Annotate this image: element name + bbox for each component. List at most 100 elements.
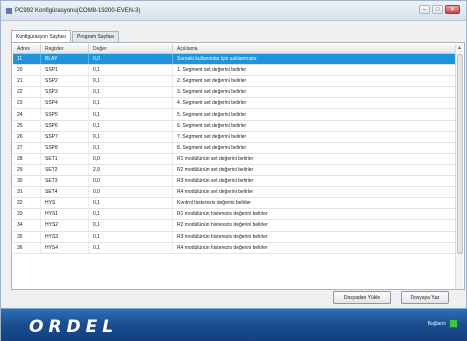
maximize-icon[interactable]: □ — [432, 5, 443, 14]
window-controls: – □ ✕ — [419, 5, 460, 14]
cell-address: 31 — [13, 187, 41, 198]
table-row[interactable]: 25 SSP6 0,1 6. Segment set değerini belirle… — [13, 120, 456, 132]
cell-register: SET1 — [41, 153, 89, 164]
cell-address: 30 — [13, 176, 41, 187]
scroll-up-icon[interactable]: ▲ — [456, 44, 463, 52]
window-title: PC992 Konfigürasyonu(COM8-19200-EVEN-3) — [15, 7, 141, 14]
cell-register: SSP2 — [41, 76, 89, 87]
cell-description: R4 modülünün set değerini belirler — [173, 187, 456, 198]
ordel-logo: ORDEL — [29, 317, 119, 337]
table-row[interactable]: 28 SET1 0,0 R1 modülünün set değerini belir… — [13, 153, 456, 165]
cell-register: SET2 — [41, 164, 89, 176]
cell-address: 20 — [13, 65, 41, 76]
cell-address: 24 — [13, 109, 41, 120]
minimize-icon[interactable]: – — [419, 5, 430, 14]
cell-address: 36 — [13, 242, 41, 253]
cell-value: 0,1 — [89, 120, 173, 131]
cell-address: 25 — [13, 120, 41, 131]
cell-description: R1 modülünün set değerini belirler — [173, 153, 456, 164]
cell-value: 0,1 — [89, 76, 173, 87]
tab-bar: Konfigürasyon Sayfası Program Sayfası — [11, 30, 120, 42]
table-row[interactable]: 23 SSP4 0,1 4. Segment set değerini belirle… — [13, 98, 456, 110]
table-row[interactable]: 20 SSP1 0,1 1. Segment set değerini belirle… — [13, 65, 456, 77]
table-row[interactable]: 11 BLAY 0,0 Sonraki kullanımlar için saklan… — [13, 54, 456, 66]
cell-description: 6. Segment set değerini belirler — [173, 120, 456, 131]
close-icon[interactable]: ✕ — [445, 5, 460, 14]
cell-description: 2. Segment set değerini belirler — [173, 76, 456, 87]
register-table: Adres Register Değer Açıklama 11 BLAY 0,0 S… — [13, 44, 456, 289]
cell-description: 7. Segment set değerini belirler — [173, 131, 456, 142]
vertical-scrollbar[interactable]: ▲ — [455, 44, 463, 289]
table-row[interactable]: 34 HYS2 0,1 R2 modülünün histerezis değerin… — [13, 220, 456, 232]
table-row[interactable]: 35 HYS3 0,1 R3 modülünün histerezis değerin… — [13, 231, 456, 243]
status-label: Bağlantı — [427, 320, 446, 327]
table-row[interactable]: 33 HYS1 0,1 R1 modülünün histerezis değerin… — [13, 209, 456, 221]
cell-register: SET3 — [41, 176, 89, 187]
cell-value: 0,1 — [89, 231, 173, 242]
table-row[interactable]: 30 SET3 0,0 R3 modülünün set değerini belir… — [13, 176, 456, 188]
cell-value: 0,1 — [89, 142, 173, 153]
cell-description: 3. Segment set değerini belirler — [173, 87, 456, 98]
table-row[interactable]: 29 SET2 2,9 R2 modülünün set değerini belir… — [13, 164, 456, 177]
table-row[interactable]: 26 SSP7 0,1 7. Segment set değerini belirle… — [13, 131, 456, 143]
cell-description: R2 modülünün set değerini belirler — [173, 164, 456, 176]
cell-register: HYS3 — [41, 231, 89, 242]
table-row[interactable]: 24 SSP5 0,1 5. Segment set değerini belirle… — [13, 109, 456, 121]
cell-description: 4. Segment set değerini belirler — [173, 98, 456, 109]
cell-value: 0,1 — [89, 242, 173, 253]
cell-address: 22 — [13, 87, 41, 98]
load-from-file-button[interactable]: Dosyadan Yükle — [333, 291, 391, 304]
cell-register: SSP1 — [41, 65, 89, 76]
cell-address: 28 — [13, 153, 41, 164]
cell-value: 0,1 — [89, 98, 173, 109]
tab-program[interactable]: Program Sayfası — [72, 31, 120, 42]
table-row[interactable]: 22 SSP3 0,1 3. Segment set değerini belirle… — [13, 87, 456, 99]
configuration-panel: Adres Register Değer Açıklama 11 BLAY 0,0 S… — [11, 42, 465, 290]
cell-register: HYS4 — [41, 242, 89, 253]
cell-address: 34 — [13, 220, 41, 231]
cell-description: 5. Segment set değerini belirler — [173, 109, 456, 120]
cell-value: 0,0 — [89, 54, 173, 65]
tab-configuration[interactable]: Konfigürasyon Sayfası — [11, 30, 72, 42]
cell-register: SSP4 — [41, 98, 89, 109]
cell-description: R3 modülünün histerezis değerini belirle… — [173, 231, 456, 242]
cell-description: R4 modülünün histerezis değerini belirle… — [173, 242, 456, 253]
cell-description: R3 modülünün set değerini belirler — [173, 176, 456, 187]
cell-value: 0,1 — [89, 87, 173, 98]
cell-description: Sonraki kullanımlar için saklanmıştır — [173, 54, 456, 65]
write-to-file-button[interactable]: Dosyaya Yaz — [401, 291, 449, 304]
column-header-address[interactable]: Adres — [13, 44, 41, 53]
table-row[interactable]: 31 SET4 0,0 R4 modülünün set değerini belir… — [13, 187, 456, 199]
status-led-icon — [449, 319, 458, 328]
cell-register: SSP3 — [41, 87, 89, 98]
column-header-register[interactable]: Register — [41, 44, 89, 53]
cell-register: SSP6 — [41, 120, 89, 131]
cell-value: 2,9 — [89, 164, 173, 176]
cell-description: R1 modülünün histerezis değerini belirle… — [173, 209, 456, 220]
column-header-description[interactable]: Açıklama — [173, 44, 456, 53]
cell-description: R2 modülünün histerezis değerini belirle… — [173, 220, 456, 231]
cell-value: 0,1 — [89, 198, 173, 209]
cell-register: SSP5 — [41, 109, 89, 120]
cell-address: 26 — [13, 131, 41, 142]
cell-value: 0,1 — [89, 220, 173, 231]
table-row[interactable]: 21 SSP2 0,1 2. Segment set değerini belirle… — [13, 76, 456, 88]
app-icon — [6, 7, 12, 14]
cell-register: HYS2 — [41, 220, 89, 231]
cell-register: SSP8 — [41, 142, 89, 153]
cell-register: SSP7 — [41, 131, 89, 142]
scrollbar-thumb[interactable] — [457, 54, 463, 254]
cell-register: SET4 — [41, 187, 89, 198]
table-header: Adres Register Değer Açıklama — [13, 44, 456, 54]
cell-description: 8. Segment set değerini belirler — [173, 142, 456, 153]
cell-address: 33 — [13, 209, 41, 220]
cell-address: 27 — [13, 142, 41, 153]
column-header-value[interactable]: Değer — [89, 44, 173, 53]
cell-description: Kontrol histerezis değerini belirler — [173, 198, 456, 209]
cell-register: BLAY — [41, 54, 89, 65]
table-row[interactable]: 36 HYS4 0,1 R4 modülünün histerezis değerin… — [13, 242, 456, 254]
title-bar: PC992 Konfigürasyonu(COM8-19200-EVEN-3) … — [1, 1, 466, 21]
table-row[interactable]: 32 HYS 0,1 Kontrol histerezis değerini beli… — [13, 198, 456, 210]
cell-address: 35 — [13, 231, 41, 242]
table-row[interactable]: 27 SSP8 0,1 8. Segment set değerini belirle… — [13, 142, 456, 154]
